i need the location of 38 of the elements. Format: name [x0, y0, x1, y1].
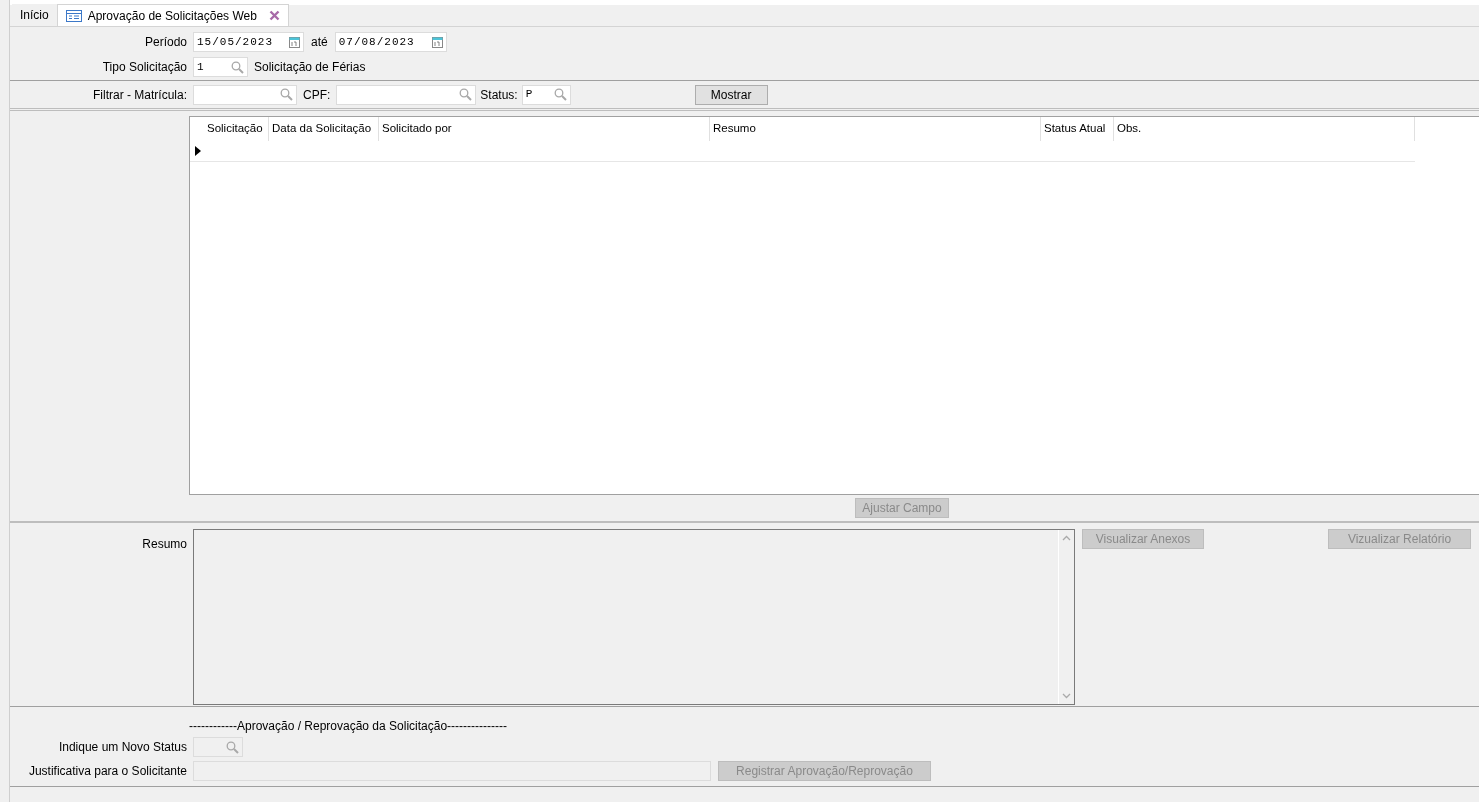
- input-field[interactable]: [193, 737, 243, 757]
- scroll-down-icon[interactable]: [1062, 693, 1071, 699]
- field-label: Resumo: [141, 536, 188, 553]
- field-label: Tipo Solicitação: [101, 59, 188, 76]
- column-header[interactable]: Resumo: [710, 117, 1041, 141]
- row-pointer-icon[interactable]: [195, 146, 201, 156]
- field-label: Período: [143, 34, 188, 51]
- field-label: Filtrar - Matrícula:: [92, 86, 188, 104]
- field-label: Justificativa para o Solicitante: [27, 763, 188, 780]
- field-label: Status:: [479, 86, 519, 104]
- column-header[interactable]: Solicitação: [204, 117, 269, 141]
- tab[interactable]: Aprovação de Solicitações Web: [56, 4, 289, 26]
- section-heading: ------------Aprovação / Reprovação da Solicitação---------------: [189, 718, 508, 735]
- input-field[interactable]: P: [521, 84, 571, 105]
- column-header[interactable]: Status Atual: [1041, 117, 1114, 141]
- input-field[interactable]: [193, 84, 297, 105]
- close-icon[interactable]: [268, 10, 280, 21]
- show-button[interactable]: Mostrar: [694, 84, 768, 105]
- search-icon[interactable]: [231, 60, 244, 74]
- search-icon[interactable]: [553, 88, 567, 101]
- search-icon[interactable]: [280, 88, 293, 101]
- column-header[interactable]: Solicitado por: [379, 117, 710, 141]
- form-icon[interactable]: [65, 9, 82, 22]
- input-field[interactable]: 07/08/2023: [334, 32, 447, 52]
- input-field[interactable]: 1: [193, 57, 248, 77]
- column-header[interactable]: Obs.: [1114, 117, 1415, 141]
- field-label: Indique um Novo Status: [57, 739, 188, 756]
- search-icon[interactable]: [459, 88, 473, 101]
- input-field[interactable]: 15/05/2023: [193, 32, 304, 52]
- field-label: Solicitação de Férias: [253, 59, 366, 76]
- field-label: até: [310, 34, 329, 51]
- calendar-icon[interactable]: [289, 36, 300, 48]
- calendar-icon[interactable]: [431, 36, 443, 48]
- column-header[interactable]: Data da Solicitação: [269, 117, 379, 141]
- field-label: CPF:: [302, 86, 332, 104]
- input-field[interactable]: [336, 84, 477, 105]
- scroll-up-icon[interactable]: [1062, 535, 1071, 541]
- search-icon[interactable]: [226, 740, 239, 754]
